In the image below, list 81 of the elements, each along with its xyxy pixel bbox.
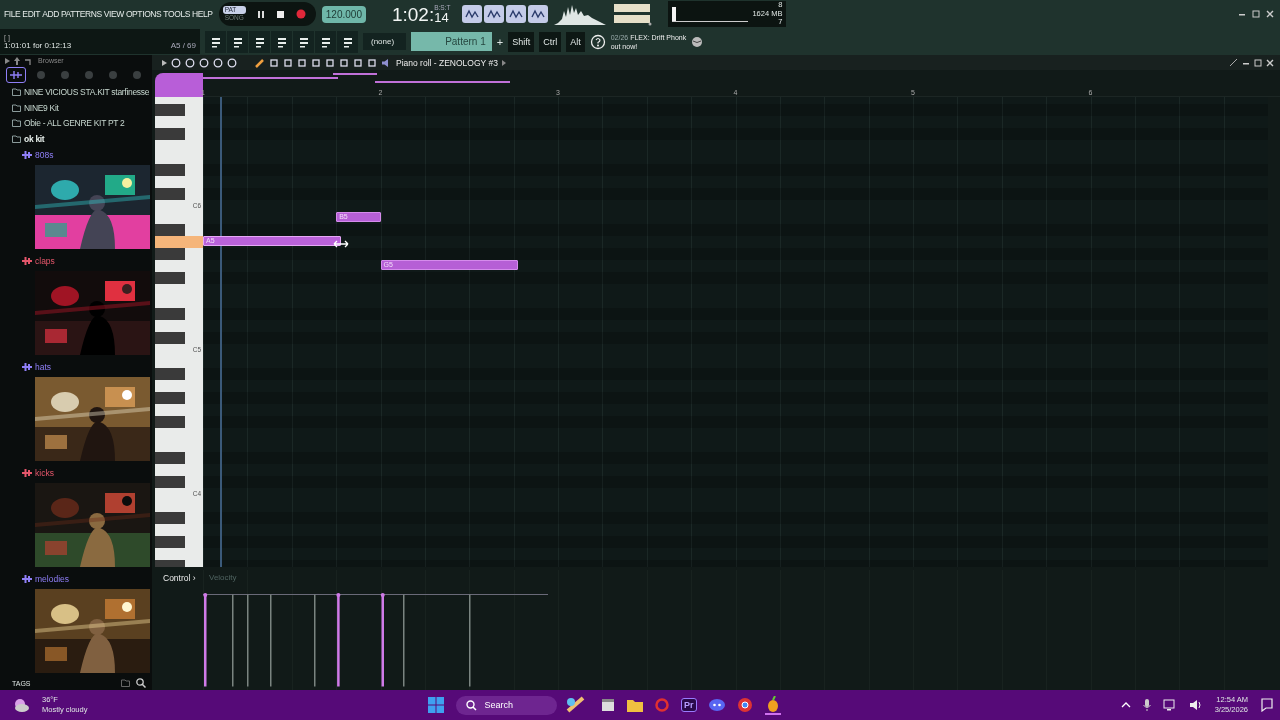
record-icon[interactable] bbox=[295, 9, 306, 19]
restore-icon[interactable] bbox=[1252, 10, 1260, 18]
restore-icon[interactable] bbox=[1254, 58, 1262, 67]
close-icon[interactable] bbox=[1266, 10, 1274, 18]
ring-icon[interactable] bbox=[655, 698, 670, 712]
search-field[interactable]: Search bbox=[455, 695, 558, 715]
toolbar-button[interactable] bbox=[528, 5, 549, 23]
menu-item[interactable]: FILE bbox=[4, 9, 21, 19]
up-arrow-icon[interactable] bbox=[14, 56, 20, 65]
song-time: 1:02: bbox=[391, 4, 435, 25]
menu-item[interactable]: ADD bbox=[42, 9, 59, 19]
pack-folder[interactable]: claps bbox=[0, 252, 55, 269]
fruit-icon bbox=[766, 695, 779, 712]
folder-item[interactable]: ok kit bbox=[0, 131, 152, 147]
parameter-label: Velocity bbox=[209, 573, 237, 582]
chat-icon[interactable] bbox=[708, 698, 725, 712]
taskbar-app[interactable] bbox=[764, 695, 781, 715]
pack-folder[interactable]: 808s bbox=[0, 146, 54, 163]
network-icon[interactable] bbox=[1162, 699, 1177, 711]
window-title: Piano roll - ZENOLOGY #3 bbox=[396, 57, 498, 68]
pack-folder[interactable]: kicks bbox=[0, 464, 54, 481]
pack-label: claps bbox=[35, 255, 55, 266]
start-icon[interactable] bbox=[427, 697, 444, 713]
folder-icon[interactable] bbox=[627, 698, 644, 712]
menu-item[interactable]: VIEW bbox=[103, 9, 124, 19]
tempo-display[interactable]: 120.000 bbox=[321, 5, 366, 23]
pack-label: kicks bbox=[35, 467, 54, 478]
song-ticks: 14 bbox=[434, 10, 449, 25]
browser-icon[interactable] bbox=[736, 697, 753, 713]
toolbar-button[interactable] bbox=[484, 5, 505, 23]
globe-icon[interactable] bbox=[691, 35, 704, 48]
toolbar-button[interactable] bbox=[293, 30, 314, 53]
pack-label: hats bbox=[35, 361, 52, 372]
caret-icon[interactable] bbox=[1120, 702, 1131, 708]
modifier-key[interactable]: Ctrl bbox=[539, 31, 562, 52]
folder-icon[interactable] bbox=[121, 679, 130, 688]
back-icon[interactable] bbox=[24, 56, 31, 65]
help-icon[interactable] bbox=[589, 33, 606, 50]
menu-item[interactable]: TOOLS bbox=[163, 9, 191, 19]
folder-item[interactable]: NINE9 Kit bbox=[0, 100, 152, 116]
volume-icon[interactable] bbox=[1188, 699, 1203, 711]
search-icon bbox=[465, 699, 477, 711]
menu-item[interactable]: OPTIONS bbox=[125, 9, 162, 19]
add-pattern-button[interactable]: + bbox=[496, 35, 504, 48]
pause-icon[interactable] bbox=[256, 9, 265, 19]
pack-label: 808s bbox=[35, 149, 54, 160]
menu-item[interactable]: EDIT bbox=[22, 9, 41, 19]
toolbar-button[interactable] bbox=[205, 30, 226, 53]
toolbar-button[interactable] bbox=[249, 30, 270, 53]
weather-icon[interactable] bbox=[12, 697, 30, 713]
toolbar-button[interactable] bbox=[271, 30, 292, 53]
app-icon[interactable]: Pr bbox=[681, 698, 697, 712]
pattern-selector[interactable]: Pattern 1 bbox=[411, 32, 492, 51]
pencil-icon[interactable] bbox=[255, 57, 265, 68]
window-icon[interactable] bbox=[601, 698, 616, 712]
modifier-key[interactable]: Shift bbox=[508, 31, 535, 52]
toolbar-button[interactable] bbox=[227, 30, 248, 53]
menu-item[interactable]: HELP bbox=[192, 9, 213, 19]
folder-item[interactable]: Obie - ALL GENRE KIT PT 2 bbox=[0, 115, 152, 132]
close-icon[interactable] bbox=[1266, 58, 1274, 67]
toolbar-button[interactable] bbox=[337, 30, 358, 53]
pack-label: melodies bbox=[35, 573, 70, 584]
resize-cursor-icon bbox=[332, 240, 349, 248]
channel-selector[interactable]: (none) bbox=[363, 33, 407, 50]
pack-folder[interactable]: hats bbox=[0, 358, 52, 375]
control-selector[interactable]: Control › bbox=[163, 573, 203, 583]
menu-item[interactable]: PATTERNS bbox=[60, 9, 102, 19]
toolbar-button[interactable] bbox=[506, 5, 527, 23]
pack-folder[interactable]: melodies bbox=[0, 570, 70, 587]
toolbar-button[interactable] bbox=[315, 30, 336, 53]
list-icon bbox=[231, 35, 244, 48]
modifier-key[interactable]: Alt bbox=[566, 31, 585, 52]
toolbar-button[interactable] bbox=[462, 5, 483, 23]
sparkle-icon bbox=[10, 70, 22, 79]
hint-position: 1:01:01 for 0:12:13 bbox=[4, 40, 72, 50]
browser-tab[interactable] bbox=[6, 66, 26, 83]
search-icon[interactable] bbox=[136, 678, 146, 689]
stop-icon[interactable] bbox=[275, 9, 285, 19]
notification-icon[interactable] bbox=[1260, 698, 1274, 712]
folder-item[interactable]: NINE VICIOUS STA.KIT starfinesse bbox=[0, 84, 152, 101]
hint-note: A5 / 69 bbox=[170, 40, 196, 50]
